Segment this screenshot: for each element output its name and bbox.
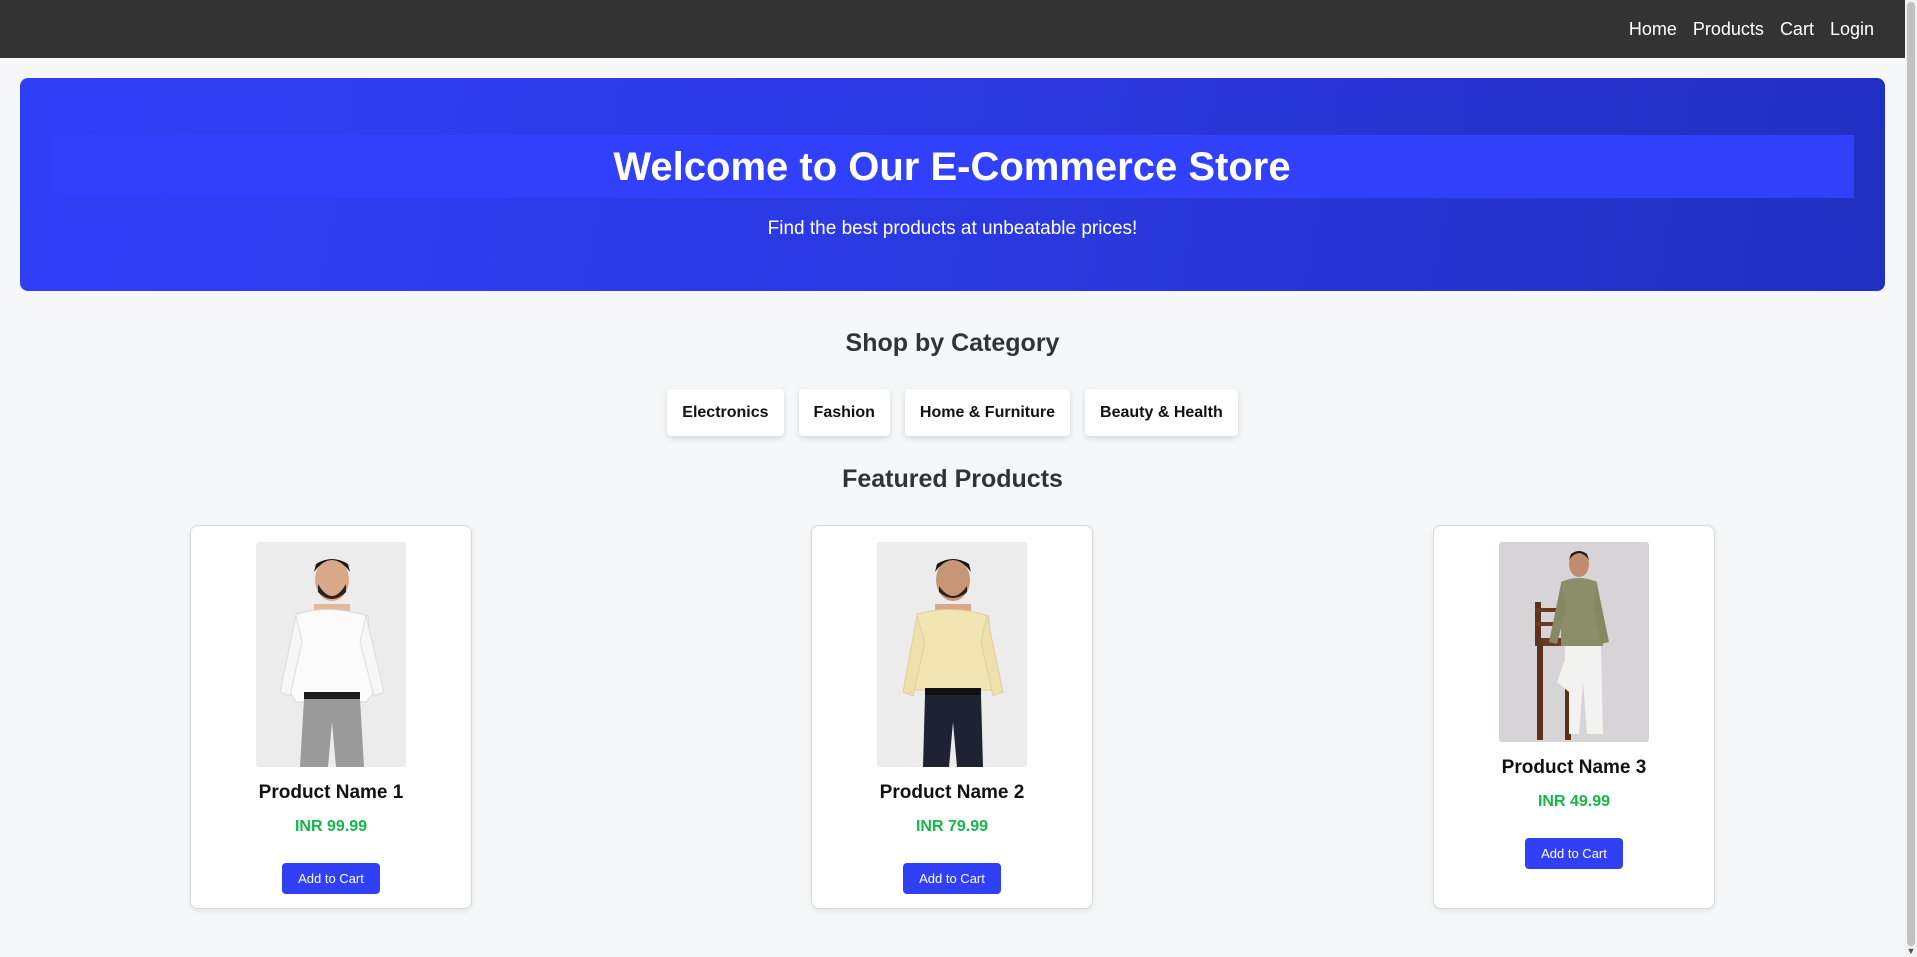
add-to-cart-button[interactable]: Add to Cart <box>282 863 380 894</box>
category-home-furniture-button[interactable]: Home & Furniture <box>904 389 1071 436</box>
nav-link-login[interactable]: Login <box>1830 19 1874 39</box>
product-card: Product Name 3 INR 49.99 Add to Cart <box>1433 525 1715 909</box>
product-card: Product Name 1 INR 99.99 Add to Cart <box>190 525 472 909</box>
hero-banner: Welcome to Our E-Commerce Store Find the… <box>20 78 1885 291</box>
product-image <box>1499 542 1649 742</box>
category-section-title: Shop by Category <box>845 329 1060 357</box>
product-card: Product Name 2 INR 79.99 Add to Cart <box>811 525 1093 909</box>
product-price: INR 79.99 <box>915 818 989 835</box>
featured-section-title: Featured Products <box>842 465 1063 493</box>
product-name: Product Name 2 <box>879 782 1025 803</box>
product-image <box>256 542 406 767</box>
page-scrollbar[interactable]: ▼ <box>1905 0 1917 957</box>
scroll-down-arrow-icon[interactable]: ▼ <box>1905 945 1917 957</box>
nav-link-products[interactable]: Products <box>1693 19 1764 39</box>
category-beauty-health-button[interactable]: Beauty & Health <box>1085 389 1238 436</box>
product-price: INR 99.99 <box>294 818 368 835</box>
scrollbar-thumb[interactable] <box>1907 2 1915 946</box>
category-electronics-button[interactable]: Electronics <box>667 389 784 436</box>
hero-subtitle: Find the best products at unbeatable pri… <box>767 218 1138 239</box>
product-name: Product Name 1 <box>258 782 404 803</box>
hero-title: Welcome to Our E-Commerce Store <box>613 144 1291 189</box>
category-fashion-button[interactable]: Fashion <box>798 389 890 436</box>
product-image <box>877 542 1027 767</box>
hero-title-band: Welcome to Our E-Commerce Store <box>50 135 1854 198</box>
category-list: Electronics Fashion Home & Furniture Bea… <box>0 389 1905 436</box>
nav-link-home[interactable]: Home <box>1629 19 1677 39</box>
nav-link-cart[interactable]: Cart <box>1780 19 1814 39</box>
top-navbar: Home Products Cart Login <box>0 0 1905 58</box>
product-name: Product Name 3 <box>1501 757 1647 778</box>
add-to-cart-button[interactable]: Add to Cart <box>1525 838 1623 869</box>
add-to-cart-button[interactable]: Add to Cart <box>903 863 1001 894</box>
product-price: INR 49.99 <box>1537 793 1611 810</box>
